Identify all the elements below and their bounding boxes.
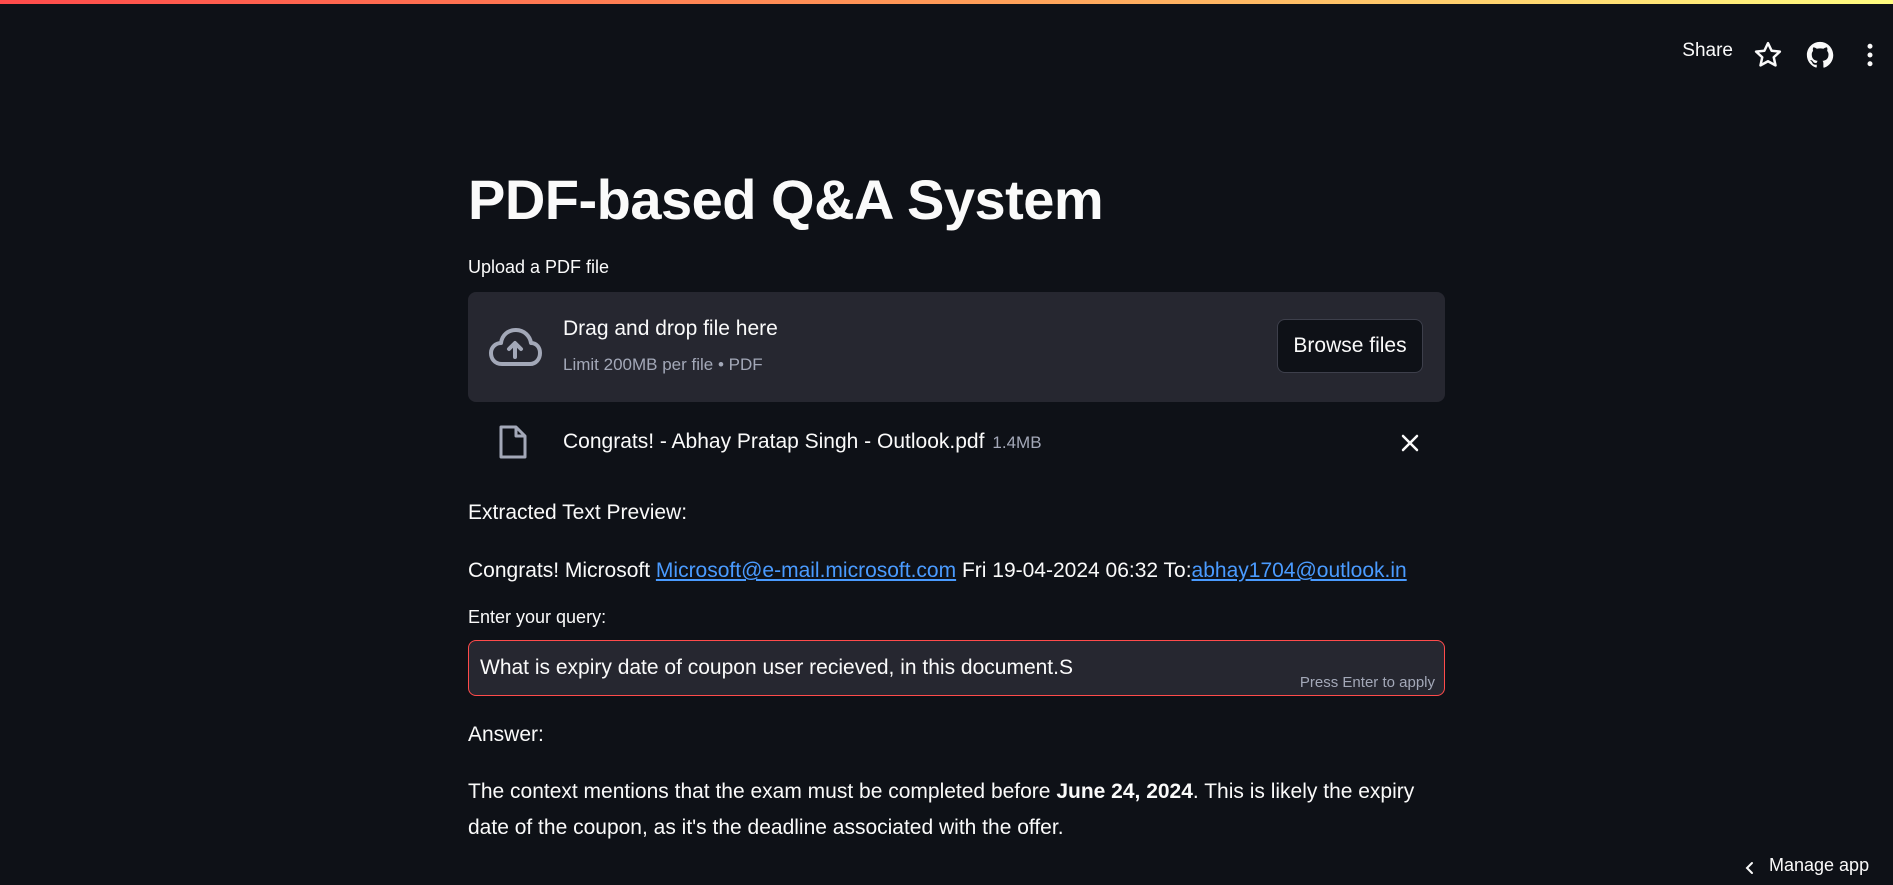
more-vertical-icon[interactable] — [1855, 40, 1885, 70]
upload-label: Upload a PDF file — [468, 252, 1445, 282]
file-name-text: Congrats! - Abhay Pratap Singh - Outlook… — [563, 430, 984, 453]
browse-files-button[interactable]: Browse files — [1277, 319, 1423, 373]
dropzone-subtitle: Limit 200MB per file • PDF — [563, 355, 763, 375]
answer-label: Answer: — [468, 718, 1445, 752]
sender-email-link[interactable]: Microsoft@e-mail.microsoft.com — [656, 559, 956, 582]
chevron-left-icon — [1743, 859, 1757, 873]
answer-part-1: The context mentions that the exam must … — [468, 780, 1056, 803]
main-content: PDF-based Q&A System Upload a PDF file D… — [468, 150, 1445, 846]
preview-prefix: Congrats! Microsoft — [468, 559, 656, 582]
share-button[interactable]: Share — [1682, 40, 1733, 62]
answer-text: The context mentions that the exam must … — [468, 774, 1445, 846]
close-icon[interactable] — [1395, 428, 1425, 458]
cloud-upload-icon — [488, 326, 542, 370]
query-label: Enter your query: — [468, 602, 1445, 632]
answer-date: June 24, 2024 — [1056, 780, 1193, 803]
file-icon — [498, 424, 528, 460]
dropzone-title: Drag and drop file here — [563, 317, 778, 341]
file-size: 1.4MB — [992, 433, 1041, 452]
preview-middle: Fri 19-04-2024 06:32 To: — [956, 559, 1191, 582]
app-header: Share — [1493, 4, 1893, 100]
manage-app-button[interactable]: Manage app — [1743, 855, 1893, 885]
star-icon[interactable] — [1753, 40, 1783, 70]
extracted-text-preview: Congrats! Microsoft Microsoft@e-mail.mic… — [468, 554, 1445, 588]
query-box: Press Enter to apply — [468, 640, 1445, 696]
file-name: Congrats! - Abhay Pratap Singh - Outlook… — [563, 430, 1042, 454]
recipient-email-link[interactable]: abhay1704@outlook.in — [1192, 559, 1407, 582]
query-input[interactable] — [480, 641, 1280, 695]
press-enter-hint: Press Enter to apply — [1300, 674, 1435, 691]
page-title: PDF-based Q&A System — [468, 150, 1445, 250]
file-dropzone[interactable]: Drag and drop file here Limit 200MB per … — [468, 292, 1445, 402]
manage-app-label: Manage app — [1769, 855, 1869, 875]
extracted-text-label: Extracted Text Preview: — [468, 496, 1445, 530]
uploaded-file-row: Congrats! - Abhay Pratap Singh - Outlook… — [468, 402, 1445, 490]
github-icon[interactable] — [1805, 40, 1835, 70]
